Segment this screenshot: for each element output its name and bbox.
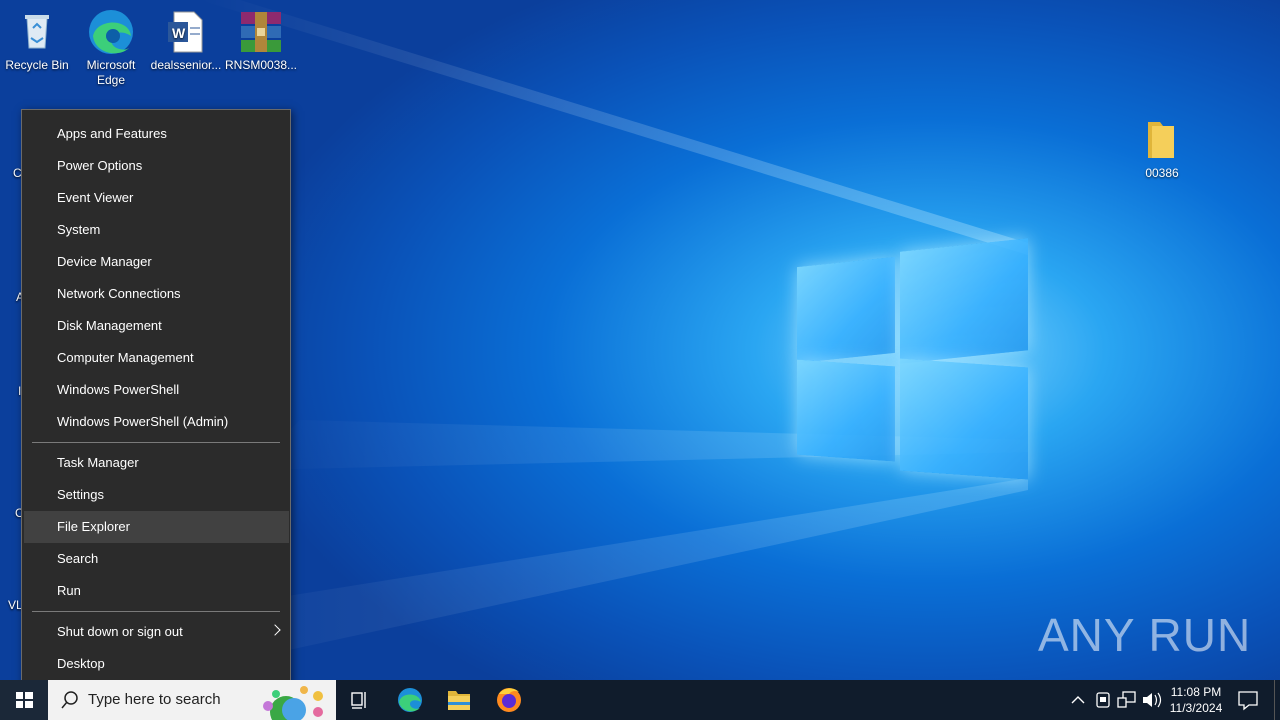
tray-device-icon[interactable] <box>1092 680 1114 720</box>
folder-icon <box>1138 116 1186 164</box>
recycle-bin-icon <box>13 8 61 56</box>
search-highlight-icon <box>263 686 323 720</box>
windows-start-icon <box>16 692 33 708</box>
anyrun-watermark: ANY RUN <box>1038 608 1251 662</box>
desktop-icon-label: Recycle Bin <box>5 58 69 72</box>
menu-item-disk-management[interactable]: Disk Management <box>24 310 289 342</box>
show-desktop-button[interactable] <box>1274 680 1280 720</box>
search-icon <box>61 691 78 709</box>
menu-item-computer-management[interactable]: Computer Management <box>24 342 289 374</box>
menu-item-apps-and-features[interactable]: Apps and Features <box>24 118 289 150</box>
network-icon <box>1117 691 1136 708</box>
word-document-icon: W <box>162 8 210 56</box>
menu-item-settings[interactable]: Settings <box>24 479 289 511</box>
winrar-icon <box>237 8 285 56</box>
menu-item-run[interactable]: Run <box>24 575 289 607</box>
notification-icon <box>1238 691 1258 711</box>
menu-item-shut-down-or-sign-out[interactable]: Shut down or sign out <box>24 616 289 648</box>
desktop-icon-label: Microsoft Edge <box>86 58 136 87</box>
chevron-up-icon <box>1071 696 1085 704</box>
menu-item-device-manager[interactable]: Device Manager <box>24 246 289 278</box>
task-view-button[interactable] <box>336 680 384 720</box>
desktop-icon-winrar-archive[interactable]: RNSM0038... <box>224 8 298 73</box>
desktop-icon-label: dealssenior... <box>150 58 222 72</box>
menu-item-windows-powershell[interactable]: Windows PowerShell <box>24 374 289 406</box>
task-view-icon <box>351 692 366 709</box>
start-button[interactable] <box>0 680 48 720</box>
menu-item-event-viewer[interactable]: Event Viewer <box>24 182 289 214</box>
desktop-icon-recycle-bin[interactable]: Recycle Bin <box>0 8 74 73</box>
firefox-icon <box>497 688 521 712</box>
menu-item-power-options[interactable]: Power Options <box>24 150 289 182</box>
menu-item-task-manager[interactable]: Task Manager <box>24 447 289 479</box>
tray-network-icon[interactable] <box>1116 680 1138 720</box>
watermark-text: ANY RUN <box>1038 609 1252 661</box>
volume-icon <box>1143 692 1162 708</box>
chevron-right-icon <box>269 624 281 636</box>
menu-item-label: Shut down or sign out <box>57 624 183 639</box>
taskbar-clock[interactable]: 11:08 PM 11/3/2024 <box>1164 680 1228 720</box>
menu-item-windows-powershell-admin[interactable]: Windows PowerShell (Admin) <box>24 406 289 438</box>
edge-icon <box>398 688 422 712</box>
desktop-icon-label: 00386 <box>1145 166 1179 180</box>
menu-item-desktop[interactable]: Desktop <box>24 648 289 680</box>
clock-time: 11:08 PM <box>1170 685 1222 699</box>
show-hidden-icons-button[interactable] <box>1068 680 1088 720</box>
svg-text:W: W <box>172 25 186 41</box>
desktop-icon-microsoft-edge[interactable]: Microsoft Edge <box>74 8 148 88</box>
desktop-icon-word-document[interactable]: W dealssenior... <box>149 8 223 73</box>
taskbar-edge-button[interactable] <box>386 680 434 720</box>
device-icon <box>1096 692 1110 708</box>
desktop-icon-folder[interactable]: 00386 <box>1125 116 1199 181</box>
taskbar: Type here to search 11:08 PM 11/3/2024 <box>0 680 1280 720</box>
menu-item-system[interactable]: System <box>24 214 289 246</box>
taskbar-search-box[interactable]: Type here to search <box>48 680 336 720</box>
action-center-button[interactable] <box>1234 680 1262 720</box>
edge-icon <box>87 8 135 56</box>
taskbar-file-explorer-button[interactable] <box>435 680 483 720</box>
menu-separator <box>32 442 280 443</box>
winx-context-menu: Apps and Features Power Options Event Vi… <box>21 109 291 688</box>
clock-date: 11/3/2024 <box>1169 701 1223 715</box>
menu-item-network-connections[interactable]: Network Connections <box>24 278 289 310</box>
file-explorer-icon <box>448 691 470 710</box>
desktop-icon-label: RNSM0038... <box>224 58 298 72</box>
taskbar-firefox-button[interactable] <box>485 680 533 720</box>
menu-item-file-explorer[interactable]: File Explorer <box>24 511 289 543</box>
search-placeholder: Type here to search <box>88 691 221 708</box>
menu-separator <box>32 611 280 612</box>
menu-item-search[interactable]: Search <box>24 543 289 575</box>
tray-volume-icon[interactable] <box>1140 680 1162 720</box>
